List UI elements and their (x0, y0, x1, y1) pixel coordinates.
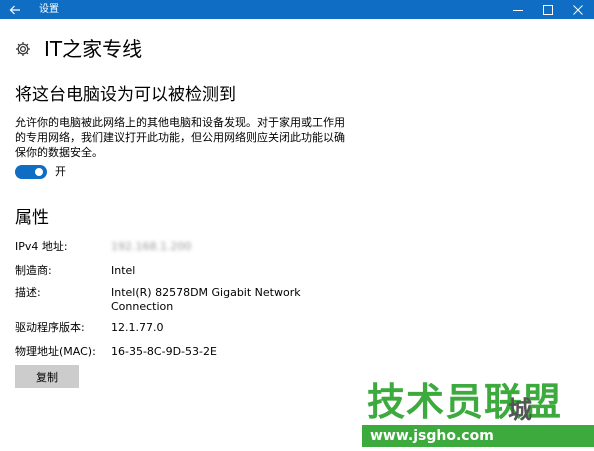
manufacturer-label: 制造商: (15, 264, 52, 277)
description-value: Intel(R) 82578DM Gigabit Network Connect… (111, 286, 301, 313)
ipv4-value: 192.168.1.200 (111, 240, 192, 253)
watermark-city: 城 (508, 396, 532, 424)
properties-heading: 属性 (15, 208, 49, 228)
close-button[interactable] (563, 0, 593, 19)
close-icon (573, 4, 583, 15)
maximize-icon (543, 4, 553, 15)
watermark-logo: 技术员联盟 www.jsgho.com (362, 378, 594, 451)
gear-icon (16, 42, 30, 56)
driver-version-label: 驱动程序版本: (15, 321, 85, 334)
window-title: 设置 (39, 4, 59, 15)
description-label: 描述: (15, 286, 41, 299)
toggle-knob (35, 168, 43, 176)
back-button[interactable] (0, 0, 30, 19)
copy-button[interactable]: 复制 (15, 365, 79, 388)
watermark-brand: 技术员联盟 (367, 380, 563, 424)
back-arrow-icon (9, 5, 20, 14)
minimize-icon (513, 9, 523, 11)
minimize-button[interactable] (503, 0, 533, 19)
mac-address-value: 16-35-8C-9D-53-2E (111, 345, 217, 358)
driver-version-value: 12.1.77.0 (111, 321, 164, 334)
ipv4-label: IPv4 地址: (15, 240, 68, 253)
mac-address-label: 物理地址(MAC): (15, 345, 96, 358)
discovery-toggle[interactable] (15, 165, 47, 179)
title-bar: 设置 (0, 0, 594, 19)
manufacturer-value: Intel (111, 264, 136, 277)
watermark-url: www.jsgho.com (370, 428, 494, 444)
watermark-url-bar: www.jsgho.com (362, 425, 594, 447)
toggle-label: 开 (55, 165, 66, 178)
maximize-button[interactable] (533, 0, 563, 19)
page-title: IT之家专线 (44, 37, 143, 61)
discovery-heading: 将这台电脑设为可以被检测到 (15, 85, 236, 105)
discovery-description: 允许你的电脑被此网络上的其他电脑和设备发现。对于家用或工作用的专用网络，我们建议… (15, 116, 345, 159)
